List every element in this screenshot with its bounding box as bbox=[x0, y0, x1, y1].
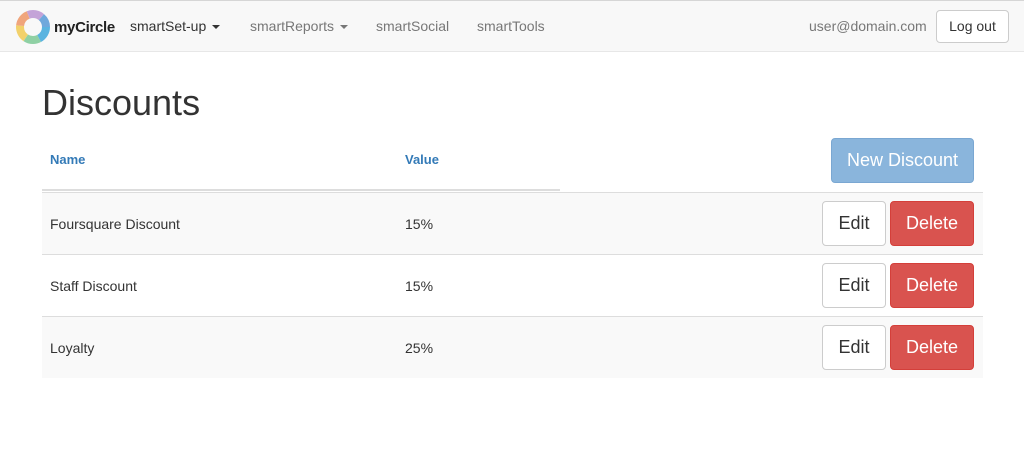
nav-smartreports-label: smartReports bbox=[250, 18, 335, 34]
discount-value: 25% bbox=[405, 340, 434, 356]
logout-button[interactable]: Log out bbox=[936, 10, 1009, 43]
nav-smartsetup-label: smartSet-up bbox=[130, 18, 207, 34]
table-header: Name Value New Discount bbox=[42, 136, 983, 192]
column-header-value[interactable]: Value bbox=[405, 152, 439, 167]
column-header-name[interactable]: Name bbox=[50, 152, 85, 167]
page-title: Discounts bbox=[42, 82, 201, 123]
mycircle-logo-icon bbox=[16, 10, 50, 44]
delete-button[interactable]: Delete bbox=[890, 201, 974, 246]
new-discount-button[interactable]: New Discount bbox=[831, 138, 974, 183]
edit-button[interactable]: Edit bbox=[822, 325, 886, 370]
caret-down-icon bbox=[340, 25, 349, 30]
discount-name: Loyalty bbox=[50, 340, 95, 356]
discount-name: Staff Discount bbox=[50, 278, 137, 294]
table-row: Foursquare Discount 15% Edit Delete bbox=[42, 192, 983, 254]
caret-down-icon bbox=[212, 25, 221, 30]
delete-button[interactable]: Delete bbox=[890, 325, 974, 370]
discount-name: Foursquare Discount bbox=[50, 216, 180, 232]
edit-button[interactable]: Edit bbox=[822, 201, 886, 246]
brand-name: myCircle bbox=[54, 18, 115, 36]
nav-smarttools[interactable]: smartTools bbox=[477, 18, 545, 34]
brand[interactable]: myCircle bbox=[15, 9, 115, 45]
discount-value: 15% bbox=[405, 278, 434, 294]
nav-smartsocial[interactable]: smartSocial bbox=[376, 18, 449, 34]
edit-button[interactable]: Edit bbox=[822, 263, 886, 308]
delete-button[interactable]: Delete bbox=[890, 263, 974, 308]
nav-smartreports[interactable]: smartReports bbox=[250, 18, 349, 34]
discounts-table: Name Value New Discount Foursquare Disco… bbox=[42, 136, 983, 378]
user-email: user@domain.com bbox=[809, 18, 927, 34]
nav-smartsetup[interactable]: smartSet-up bbox=[130, 18, 221, 34]
discount-value: 15% bbox=[405, 216, 434, 232]
table-row: Staff Discount 15% Edit Delete bbox=[42, 254, 983, 316]
top-navbar: myCircle smartSet-up smartReports smartS… bbox=[0, 0, 1024, 52]
table-row: Loyalty 25% Edit Delete bbox=[42, 316, 983, 378]
header-divider bbox=[42, 189, 560, 191]
